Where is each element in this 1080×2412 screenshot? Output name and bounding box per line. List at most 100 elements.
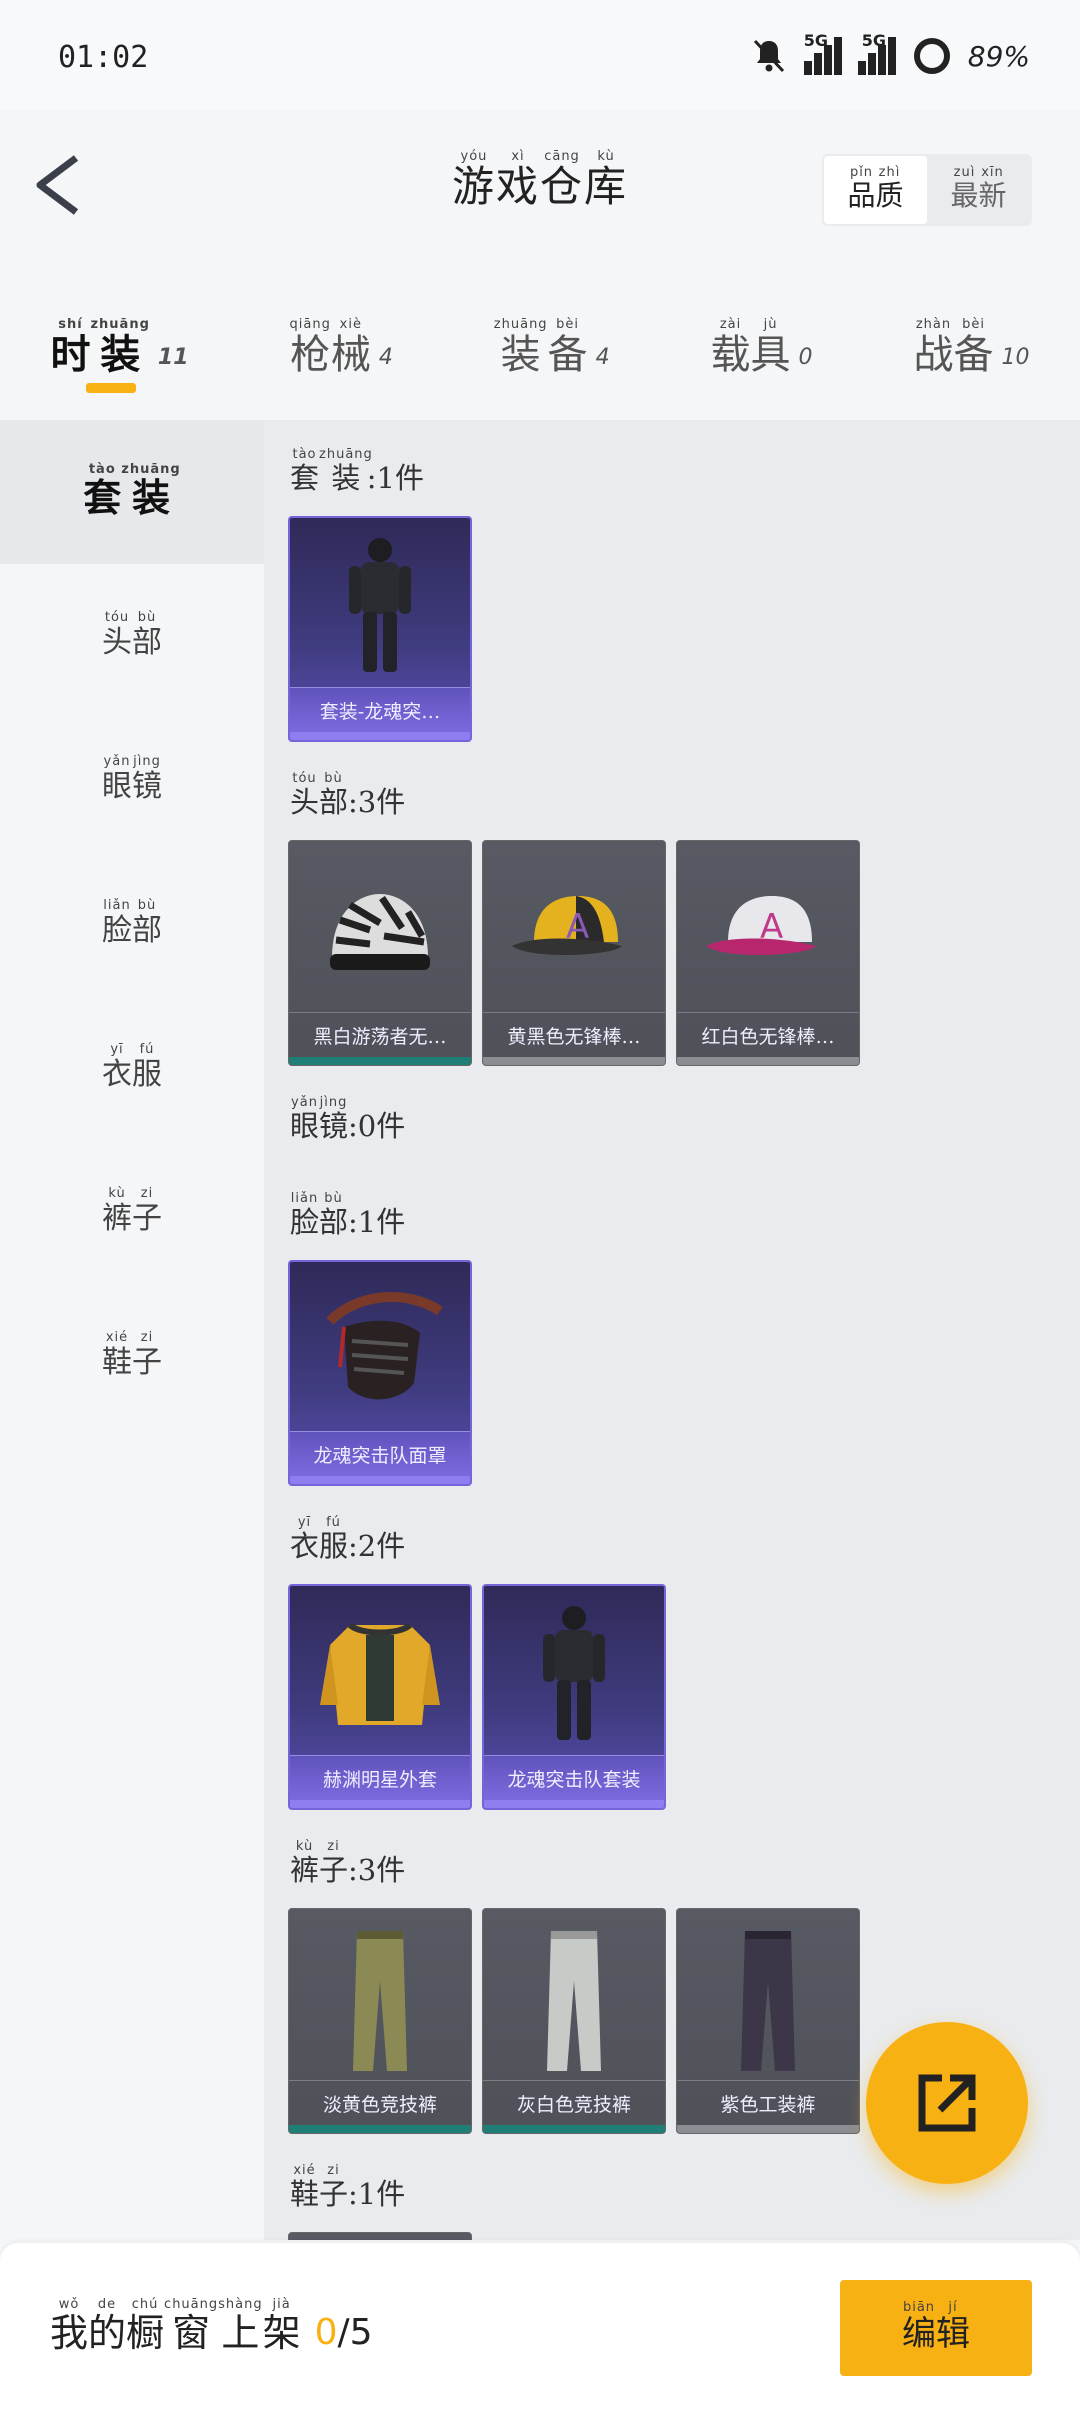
section-title: 鞋xié子zi bbox=[290, 2163, 349, 2211]
network-type-1: 5G bbox=[803, 31, 829, 50]
section-count: :1件 bbox=[348, 1205, 406, 1239]
section-title: 套tào装zhuāng bbox=[290, 447, 373, 495]
shelf-current: 0 bbox=[314, 2312, 338, 2353]
sidebar: 套tào 装zhuāng 头tóu 部bù 眼yǎn 镜jìng 脸liǎn 部bù 衣yī 服f… bbox=[0, 420, 264, 2240]
item-name: 红白色无锋棒… bbox=[677, 1012, 859, 1057]
tab-2[interactable]: 装zhuāng备bèi 4 bbox=[494, 310, 610, 380]
item-card[interactable]: 紫色工装裤 bbox=[676, 1908, 860, 2134]
item-row: 赫渊明星外套 龙魂突击队套装 bbox=[288, 1584, 666, 1810]
tab-0[interactable]: 时shí装zhuāng 11 bbox=[50, 310, 188, 380]
tab-count: 11 bbox=[157, 345, 189, 370]
item-row: 淡黄色竞技裤 灰白色竞技裤 紫色工装裤 bbox=[288, 1908, 860, 2134]
rarity-strip bbox=[290, 1800, 470, 1808]
item-row: 套装-龙魂突… bbox=[288, 516, 472, 742]
item-card[interactable]: 龙魂突击队套装 bbox=[482, 1584, 666, 1810]
tab-3[interactable]: 载zài具jù 0 bbox=[711, 310, 813, 380]
zebra-beanie-icon bbox=[289, 855, 471, 1005]
item-card[interactable]: 淡黄色竞技裤 bbox=[288, 1908, 472, 2134]
section-title: 衣yī服fú bbox=[290, 1515, 349, 1563]
section-label: 套tào装zhuāng:1件 bbox=[290, 447, 425, 497]
item-card[interactable]: A 黄黑色无锋棒… bbox=[482, 840, 666, 1066]
item-name: 黑白游荡者无… bbox=[289, 1012, 471, 1057]
white-pants-icon bbox=[483, 1923, 665, 2073]
pink-cap-icon: A bbox=[677, 855, 859, 1005]
item-name: 龙魂突击队套装 bbox=[484, 1755, 664, 1800]
item-name: 黄黑色无锋棒… bbox=[483, 1012, 665, 1057]
rarity-strip bbox=[677, 2125, 859, 2133]
item-row: 黑白游荡者无… A 黄黑色无锋棒… A 红白色无锋棒… bbox=[288, 840, 860, 1066]
tab-label: 时shí装zhuāng bbox=[50, 317, 150, 378]
sidebar-item-1[interactable]: 头tóu 部bù bbox=[0, 564, 264, 708]
status-bar: 01:02 5G 5G 89% bbox=[0, 0, 1080, 110]
tab-label: 枪qiāng械xiè bbox=[289, 317, 371, 378]
section-title: 裤kù子zi bbox=[290, 1839, 349, 1887]
battery-percent: 89% bbox=[967, 39, 1030, 73]
sidebar-item-0[interactable]: 套tào 装zhuāng bbox=[0, 420, 264, 564]
armored-suit-icon bbox=[484, 1600, 664, 1750]
tab-count: 0 bbox=[798, 345, 813, 370]
section-title: 眼yǎn镜jìng bbox=[290, 1095, 349, 1143]
item-name: 套装-龙魂突… bbox=[290, 687, 470, 732]
section-count: :3件 bbox=[348, 1853, 406, 1887]
sidebar-item-5[interactable]: 裤kù 子zi bbox=[0, 1140, 264, 1284]
active-tab-indicator bbox=[86, 383, 136, 393]
item-name: 淡黄色竞技裤 bbox=[289, 2080, 471, 2125]
item-card[interactable]: 黑白游荡者无… bbox=[288, 840, 472, 1066]
section-title: 头tóu部bù bbox=[290, 771, 349, 819]
section-label: 头tóu部bù:3件 bbox=[290, 771, 406, 821]
section-count: :1件 bbox=[366, 461, 425, 495]
external-link-icon bbox=[918, 2074, 976, 2132]
section-label: 眼yǎn镜jìng:0件 bbox=[290, 1095, 406, 1145]
section-label: 鞋xié子zi:1件 bbox=[290, 2163, 406, 2213]
status-icons: 5G 5G 89% bbox=[750, 31, 1030, 76]
rarity-strip bbox=[289, 2125, 471, 2133]
rarity-strip bbox=[677, 1057, 859, 1065]
network-type-2: 5G bbox=[861, 31, 887, 50]
tab-label: 装zhuāng备bèi bbox=[493, 317, 588, 378]
yellow-cap-icon: A bbox=[483, 855, 665, 1005]
item-name: 灰白色竞技裤 bbox=[483, 2080, 665, 2125]
purple-pants-icon bbox=[677, 1923, 859, 2073]
section-count: :1件 bbox=[348, 2177, 406, 2211]
section-count: :3件 bbox=[348, 785, 406, 819]
tab-4[interactable]: 战zhàn备bèi 10 bbox=[914, 310, 1030, 380]
rarity-strip bbox=[289, 1057, 471, 1065]
section-count: :2件 bbox=[348, 1529, 406, 1563]
item-card[interactable]: 灰白色竞技裤 bbox=[482, 1908, 666, 2134]
sidebar-item-6[interactable]: 鞋xié 子zi bbox=[0, 1284, 264, 1428]
item-card[interactable]: 套装-龙魂突… bbox=[288, 516, 472, 742]
edit-label: 编biān辑jí bbox=[902, 2300, 970, 2354]
rarity-strip bbox=[483, 1057, 665, 1065]
rarity-strip bbox=[290, 732, 470, 740]
tab-count: 4 bbox=[595, 345, 610, 370]
category-tabs: 时shí装zhuāng 11 枪qiāng械xiè 4 装zhuāng备bèi … bbox=[0, 290, 1080, 420]
tab-label: 载zài具jù bbox=[710, 317, 791, 378]
shelf-title: 我wǒ的de橱chú窗chuāng上shàng架jià bbox=[50, 2297, 301, 2355]
item-card[interactable]: 赫渊明星外套 bbox=[288, 1584, 472, 1810]
clock: 01:02 bbox=[58, 40, 149, 75]
tab-1[interactable]: 枪qiāng械xiè 4 bbox=[290, 310, 393, 380]
sidebar-item-4[interactable]: 衣yī 服fú bbox=[0, 996, 264, 1140]
tab-count: 10 bbox=[1001, 345, 1030, 370]
sort-option-1[interactable]: 最zuì 新xīn bbox=[927, 156, 1030, 224]
section-count: :0件 bbox=[348, 1109, 406, 1143]
item-row: 龙魂突击队面罩 bbox=[288, 1260, 472, 1486]
sidebar-item-2[interactable]: 眼yǎn 镜jìng bbox=[0, 708, 264, 852]
item-card[interactable]: 龙魂突击队面罩 bbox=[288, 1260, 472, 1486]
item-card[interactable] bbox=[288, 2232, 472, 2240]
rarity-strip bbox=[484, 1800, 664, 1808]
item-list: 套tào装zhuāng:1件 套装-龙魂突… 头tóu部bù:3件 黑白游荡者无… bbox=[264, 420, 1080, 2240]
sidebar-item-3[interactable]: 脸liǎn 部bù bbox=[0, 852, 264, 996]
section-label: 衣yī服fú:2件 bbox=[290, 1515, 406, 1565]
shelf-total: /5 bbox=[337, 2312, 373, 2353]
rarity-strip bbox=[483, 2125, 665, 2133]
share-button[interactable] bbox=[866, 2022, 1028, 2184]
armored-suit-icon bbox=[290, 532, 470, 682]
page-title-text: 游yóu戏xì仓cāng库kù bbox=[451, 149, 629, 211]
item-name: 紫色工装裤 bbox=[677, 2080, 859, 2125]
item-card[interactable]: A 红白色无锋棒… bbox=[676, 840, 860, 1066]
sort-option-0[interactable]: 品pǐn 质zhì bbox=[824, 156, 927, 224]
item-name: 龙魂突击队面罩 bbox=[290, 1431, 470, 1476]
tab-label: 战zhàn备bèi bbox=[913, 317, 994, 378]
edit-button[interactable]: 编biān辑jí bbox=[840, 2280, 1032, 2376]
